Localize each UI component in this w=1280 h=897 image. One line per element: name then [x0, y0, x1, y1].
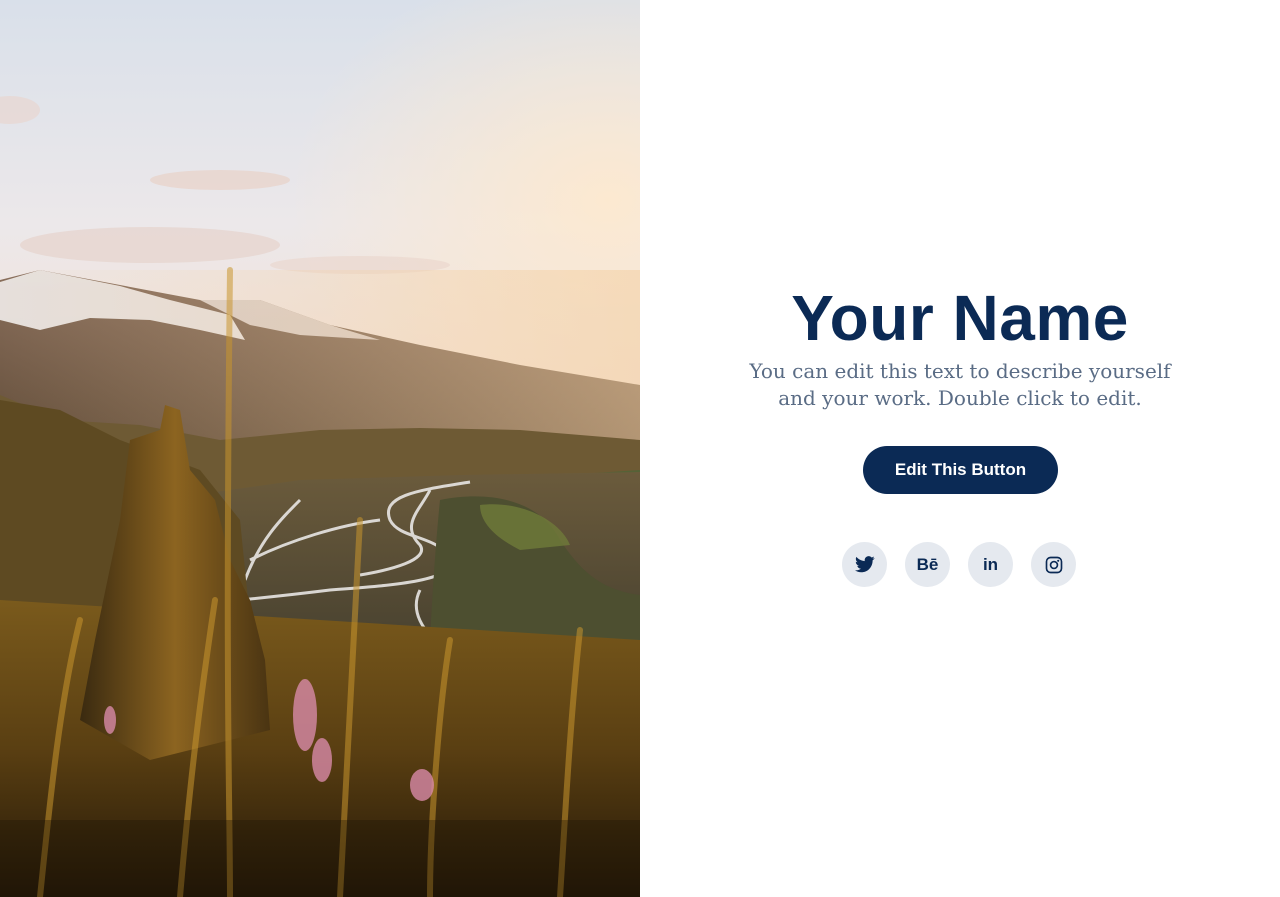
twitter-icon: [854, 556, 875, 573]
linkedin-link[interactable]: in: [968, 542, 1013, 587]
profile-bio: You can edit this text to describe yours…: [749, 359, 1171, 410]
landscape-image: [0, 0, 640, 897]
profile-name: Your Name: [791, 282, 1129, 354]
twitter-link[interactable]: [842, 542, 887, 587]
social-links: Bē in: [842, 542, 1076, 587]
behance-link[interactable]: Bē: [905, 542, 950, 587]
linkedin-icon: in: [982, 554, 999, 574]
hero-photo: [0, 0, 640, 897]
behance-icon: Bē: [916, 554, 939, 574]
instagram-icon: [1045, 556, 1062, 573]
page: Your Name You can edit this text to desc…: [0, 0, 1280, 897]
profile-panel: Your Name You can edit this text to desc…: [640, 0, 1280, 897]
instagram-link[interactable]: [1031, 542, 1076, 587]
edit-this-button[interactable]: Edit This Button: [863, 446, 1058, 494]
